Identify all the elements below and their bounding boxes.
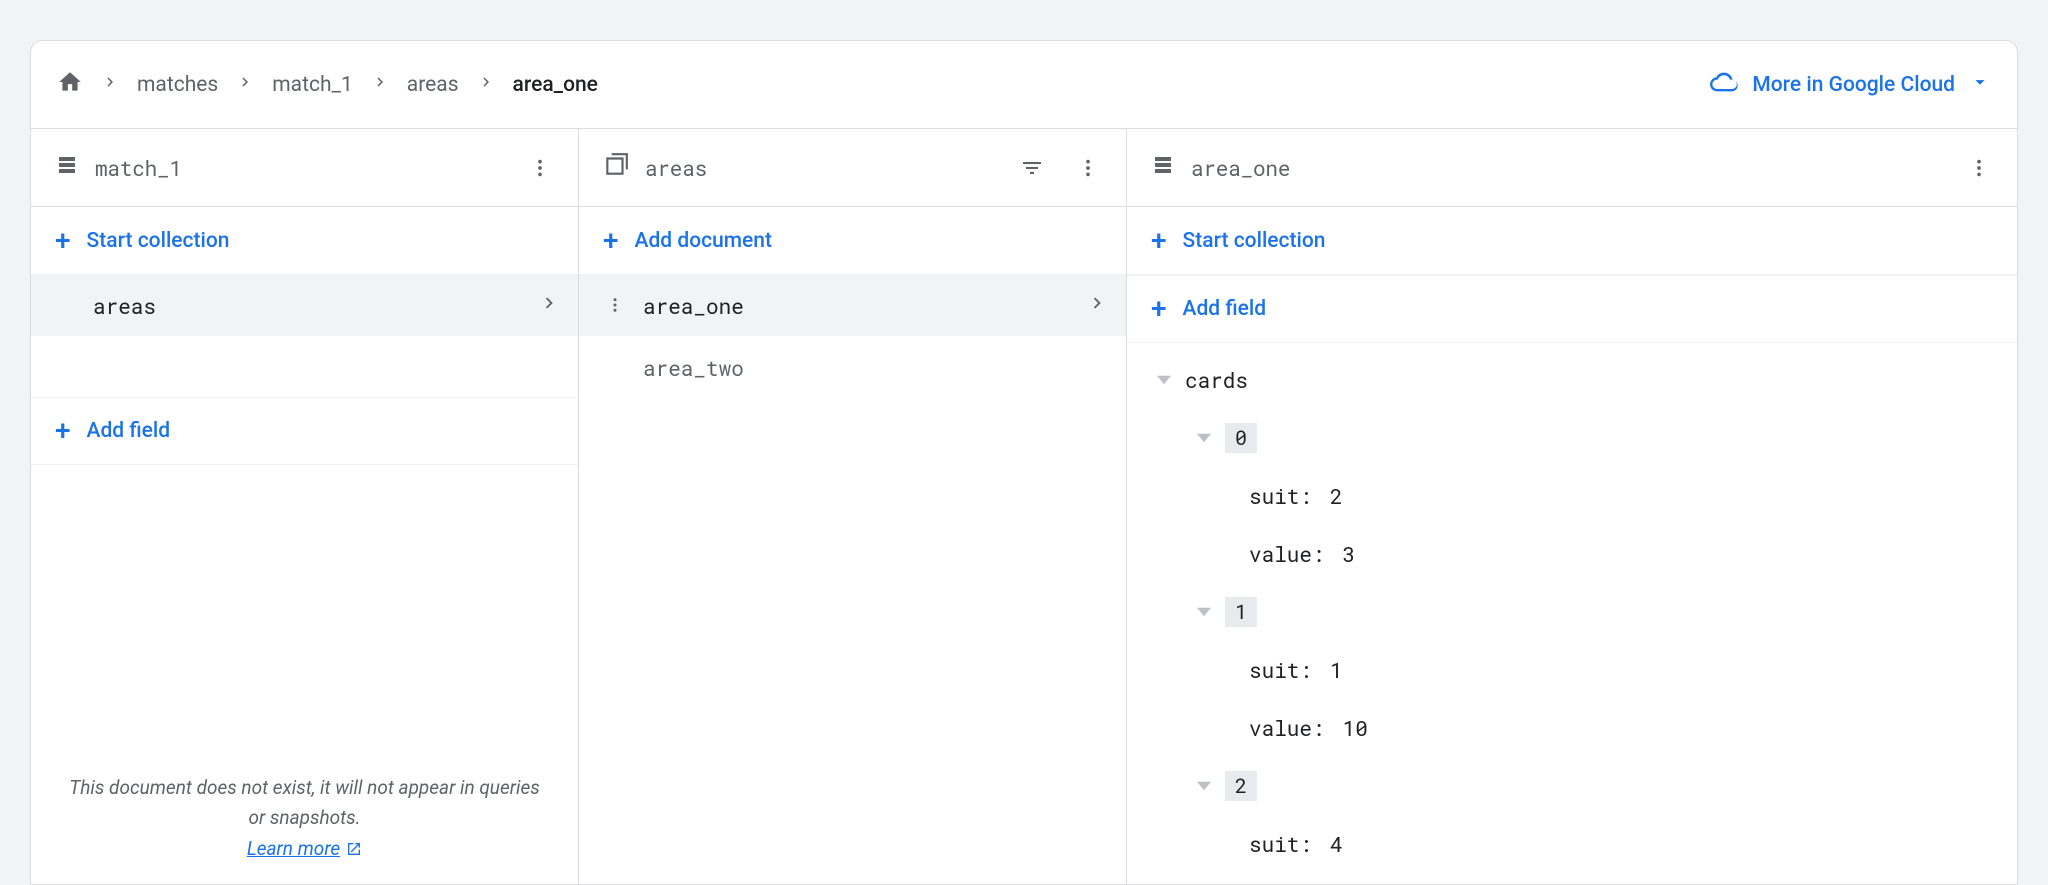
field-suit[interactable]: suit: 4 [1127,815,2017,873]
breadcrumb-match1[interactable]: match_1 [272,73,353,97]
start-collection-button[interactable]: + Start collection [1127,207,2017,275]
breadcrumb-matches[interactable]: matches [137,73,218,97]
list-item-label: areas [93,292,156,320]
field-value[interactable]: value: 3 [1127,525,2017,583]
more-menu-button[interactable] [520,148,560,188]
column-collection-areas: areas + Add document area_one [579,129,1127,884]
collection-item-areas[interactable]: areas [31,275,578,337]
chevron-right-icon [101,73,119,97]
field-value[interactable]: value: 10 [1127,699,2017,757]
field-cards[interactable]: cards [1127,351,2017,409]
chevron-right-icon [371,73,389,97]
column-header: match_1 [31,129,578,207]
drag-icon [603,292,627,320]
column-body: + Add field This document does not exist… [31,337,578,884]
home-icon[interactable] [57,69,83,101]
hint-text: This document does not exist, it will no… [69,776,539,829]
chevron-right-icon [1086,292,1108,320]
array-item-0[interactable]: 0 [1127,409,2017,467]
breadcrumb-bar: matches match_1 areas area_one More in G… [31,41,2017,129]
field-key: cards [1185,366,1248,394]
array-item-1[interactable]: 1 [1127,583,2017,641]
array-index: 1 [1225,597,1257,627]
field-suit[interactable]: suit: 1 [1127,641,2017,699]
field-value: 1 [1330,656,1343,684]
more-menu-button[interactable] [1068,148,1108,188]
field-value: 3 [1343,540,1356,568]
collapse-icon[interactable] [1195,603,1213,621]
firestore-data-panel: matches match_1 areas area_one More in G… [30,40,2018,885]
column-header: area_one [1127,129,2017,207]
field-tree: cards 0 suit: 2 value: 3 [1127,343,2017,884]
add-document-label: Add document [635,229,772,253]
field-suit[interactable]: suit: 2 [1127,467,2017,525]
column-title: match_1 [95,154,504,182]
column-title: areas [645,154,996,182]
add-field-button[interactable]: + Add field [31,397,578,465]
document-item-area-two[interactable]: area_two [579,337,1126,399]
field-tree-body[interactable]: cards 0 suit: 2 value: 3 [1127,343,2017,884]
array-index: 0 [1225,423,1257,453]
field-value: 2 [1330,482,1343,510]
start-collection-label: Start collection [1183,229,1326,253]
chevron-right-icon [538,292,560,320]
chevron-right-icon [477,73,495,97]
learn-more-link[interactable]: Learn more [247,834,362,864]
learn-more-label: Learn more [247,834,340,864]
array-item-2[interactable]: 2 [1127,757,2017,815]
add-document-button[interactable]: + Add document [579,207,1126,275]
more-link-label: More in Google Cloud [1752,73,1955,97]
column-title: area_one [1191,154,1943,182]
filter-button[interactable] [1012,148,1052,188]
breadcrumb-current: area_one [513,73,598,97]
start-collection-button[interactable]: + Start collection [31,207,578,275]
field-key-label: suit [1249,830,1299,858]
list-item-label: area_two [643,354,744,382]
field-key-label: value [1249,714,1312,742]
collapse-icon[interactable] [1195,429,1213,447]
array-index: 2 [1225,771,1257,801]
field-value: 4 [1330,830,1343,858]
breadcrumb-areas[interactable]: areas [407,73,459,97]
start-collection-label: Start collection [87,229,230,253]
document-icon [55,153,79,182]
collapse-icon[interactable] [1195,777,1213,795]
more-google-cloud-link[interactable]: More in Google Cloud [1710,68,1991,102]
doc-not-exist-hint: This document does not exist, it will no… [31,773,578,864]
column-document-area-one: area_one + Start collection + Add field … [1127,129,2017,884]
column-body [579,399,1126,884]
cloud-icon [1710,68,1738,102]
add-field-label: Add field [87,419,171,443]
field-key-label: suit [1249,482,1299,510]
more-menu-button[interactable] [1959,148,1999,188]
column-document-match1: match_1 + Start collection areas + [31,129,579,884]
document-item-area-one[interactable]: area_one [579,275,1126,337]
document-icon [1151,153,1175,182]
columns: match_1 + Start collection areas + [31,129,2017,884]
chevron-down-icon [1969,71,1991,99]
chevron-right-icon [236,73,254,97]
field-key-label: value [1249,540,1312,568]
collapse-icon[interactable] [1155,371,1173,389]
add-field-button[interactable]: + Add field [1127,275,2017,343]
collection-icon [603,152,629,183]
field-value: 10 [1343,714,1368,742]
column-header: areas [579,129,1126,207]
breadcrumb: matches match_1 areas area_one [57,69,598,101]
field-key-label: suit [1249,656,1299,684]
list-item-label: area_one [643,292,744,320]
add-field-label: Add field [1183,297,1267,321]
